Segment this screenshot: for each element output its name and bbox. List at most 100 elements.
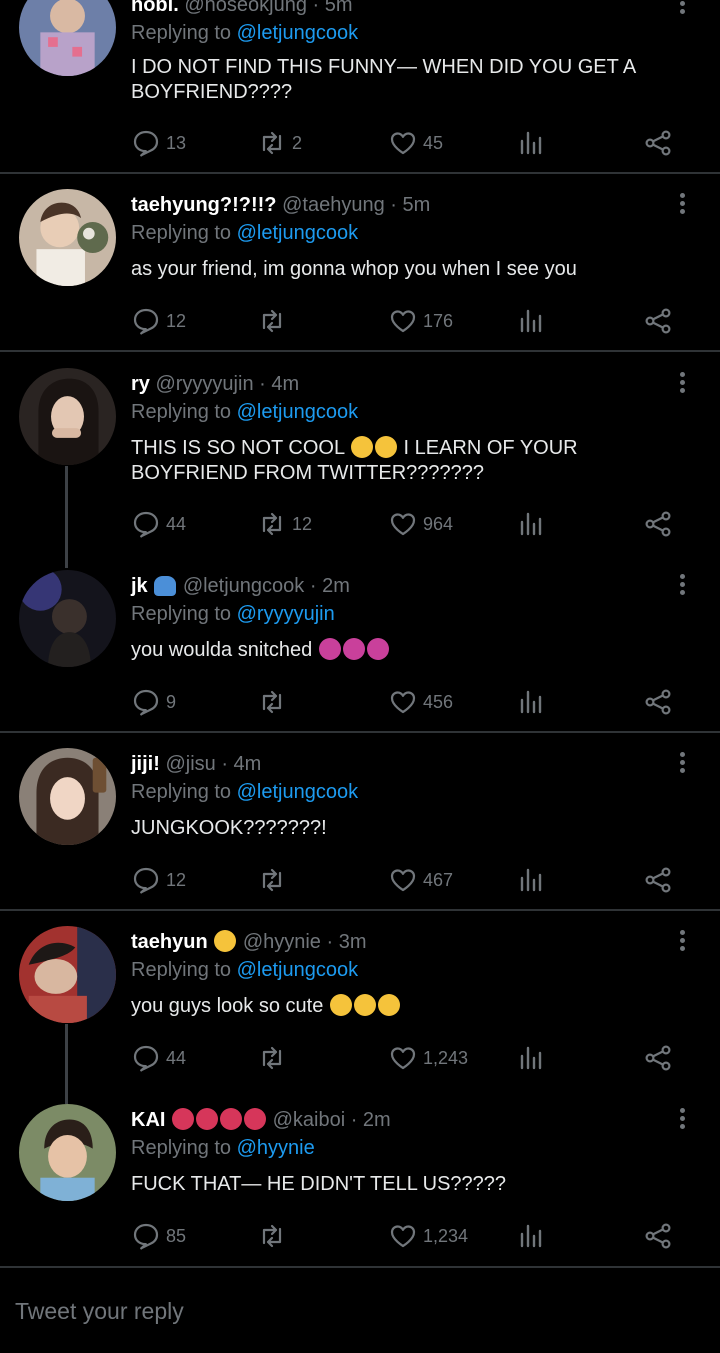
handle[interactable]: @ryyyyujin: [155, 373, 253, 395]
more-options-icon[interactable]: [678, 372, 686, 396]
share-button[interactable]: [643, 685, 673, 719]
more-options-icon[interactable]: [678, 193, 686, 217]
analytics-button[interactable]: [516, 304, 546, 338]
confused-emoji: [329, 994, 352, 1016]
avatar[interactable]: [19, 748, 116, 845]
display-name[interactable]: jk: [131, 575, 148, 597]
retweet-count: 12: [292, 513, 313, 534]
more-options-icon[interactable]: [678, 574, 686, 598]
replying-to: Replying to @letjungcook: [131, 222, 359, 244]
avatar[interactable]: [19, 0, 116, 76]
pleading-emoji: [214, 930, 237, 952]
tweet-divider: [0, 731, 720, 733]
share-button[interactable]: [643, 1219, 673, 1253]
analytics-button[interactable]: [516, 1219, 546, 1253]
reply-mention-link[interactable]: @letjungcook: [237, 22, 358, 44]
reply-mention-link[interactable]: @hyynie: [237, 1137, 315, 1159]
reply-button[interactable]: 44: [131, 1041, 186, 1075]
reply-button[interactable]: 13: [131, 126, 186, 160]
handle[interactable]: @kaiboi: [273, 1109, 346, 1131]
reply-button[interactable]: 44: [131, 507, 186, 541]
reply-mention-link[interactable]: @letjungcook: [237, 222, 358, 244]
reply-button[interactable]: 12: [131, 863, 186, 897]
like-button[interactable]: 467: [388, 863, 453, 897]
reply-button[interactable]: 12: [131, 304, 186, 338]
reply-count: 13: [166, 132, 187, 153]
retweet-button[interactable]: 2: [257, 126, 302, 160]
retweet-button[interactable]: 12: [257, 507, 312, 541]
more-options-icon[interactable]: [678, 1108, 686, 1132]
retweet-button[interactable]: [257, 1219, 292, 1253]
analytics-button[interactable]: [516, 507, 546, 541]
reply-button[interactable]: 9: [131, 685, 176, 719]
tweet-divider: [0, 172, 720, 174]
avatar[interactable]: [19, 368, 116, 465]
handle[interactable]: @hoseokjung: [184, 0, 307, 16]
display-name[interactable]: taehyun: [131, 931, 208, 953]
retweet-icon: [262, 131, 282, 155]
retweet-button[interactable]: [257, 863, 292, 897]
tweet-header: taehyung?!?!!? @taehyung · 5m: [131, 191, 430, 219]
reply-mention-link[interactable]: @ryyyyujin: [237, 603, 335, 625]
like-button[interactable]: 964: [388, 507, 453, 541]
reply-mention-link[interactable]: @letjungcook: [237, 401, 358, 423]
display-name[interactable]: jiji!: [131, 753, 160, 775]
handle[interactable]: @hyynie: [243, 931, 321, 953]
handle[interactable]: @letjungcook: [183, 575, 304, 597]
share-button[interactable]: [643, 126, 673, 160]
retweet-button[interactable]: [257, 304, 292, 338]
like-button[interactable]: 176: [388, 304, 453, 338]
tweet-text: you guys look so cute: [131, 994, 691, 1019]
avatar[interactable]: [19, 189, 116, 286]
like-button[interactable]: 1,243: [388, 1041, 468, 1075]
tweet-text: JUNGKOOK???????!: [131, 817, 327, 839]
avatar[interactable]: [19, 926, 116, 1023]
confused-emoji: [353, 994, 376, 1016]
share-button[interactable]: [643, 304, 673, 338]
reply-mention-link[interactable]: @letjungcook: [237, 959, 358, 981]
people-hugging-emoji: [154, 576, 177, 596]
shrug-emoji: [318, 638, 341, 660]
share-icon: [645, 511, 671, 537]
display-name[interactable]: ry: [131, 373, 150, 395]
share-button[interactable]: [643, 1041, 673, 1075]
retweet-icon: [262, 512, 282, 536]
handle[interactable]: @jisu: [165, 753, 215, 775]
reply-mention-link[interactable]: @letjungcook: [237, 781, 358, 803]
display-name[interactable]: KAI: [131, 1109, 165, 1131]
retweet-button[interactable]: [257, 685, 292, 719]
more-options-icon[interactable]: [678, 0, 686, 17]
reply-input[interactable]: Tweet your reply: [15, 1298, 184, 1325]
avatar[interactable]: [19, 570, 116, 667]
like-button[interactable]: 1,234: [388, 1219, 468, 1253]
retweet-button[interactable]: [257, 1041, 292, 1075]
share-button[interactable]: [643, 507, 673, 541]
analytics-button[interactable]: [516, 126, 546, 160]
display-name[interactable]: taehyung?!?!!?: [131, 194, 277, 216]
tweet-text: FUCK THAT— HE DIDN'T TELL US?????: [131, 1173, 507, 1195]
analytics-icon: [520, 1046, 542, 1070]
share-icon: [645, 867, 671, 893]
reply-composer[interactable]: Tweet your reply: [0, 1266, 720, 1353]
share-button[interactable]: [643, 863, 673, 897]
like-button[interactable]: 456: [388, 685, 453, 719]
retweet-icon: [262, 1046, 282, 1070]
more-options-icon[interactable]: [678, 930, 686, 954]
display-name[interactable]: hobi.: [131, 0, 179, 16]
analytics-button[interactable]: [516, 863, 546, 897]
like-icon: [390, 869, 416, 892]
handle[interactable]: @taehyung: [282, 194, 385, 216]
like-count: 1,243: [423, 1047, 469, 1068]
tweet-header: KAI @kaiboi · 2m: [131, 1106, 391, 1134]
reply-icon: [133, 1223, 159, 1250]
replying-to: Replying to @hyynie: [131, 1137, 315, 1159]
reply-button[interactable]: 85: [131, 1219, 186, 1253]
retweet-icon: [262, 690, 282, 714]
analytics-button[interactable]: [516, 1041, 546, 1075]
tweet-header: ry @ryyyyujin · 4m: [131, 370, 299, 398]
more-options-icon[interactable]: [678, 752, 686, 776]
analytics-icon: [520, 868, 542, 892]
avatar[interactable]: [19, 1104, 116, 1201]
like-button[interactable]: 45: [388, 126, 443, 160]
analytics-button[interactable]: [516, 685, 546, 719]
